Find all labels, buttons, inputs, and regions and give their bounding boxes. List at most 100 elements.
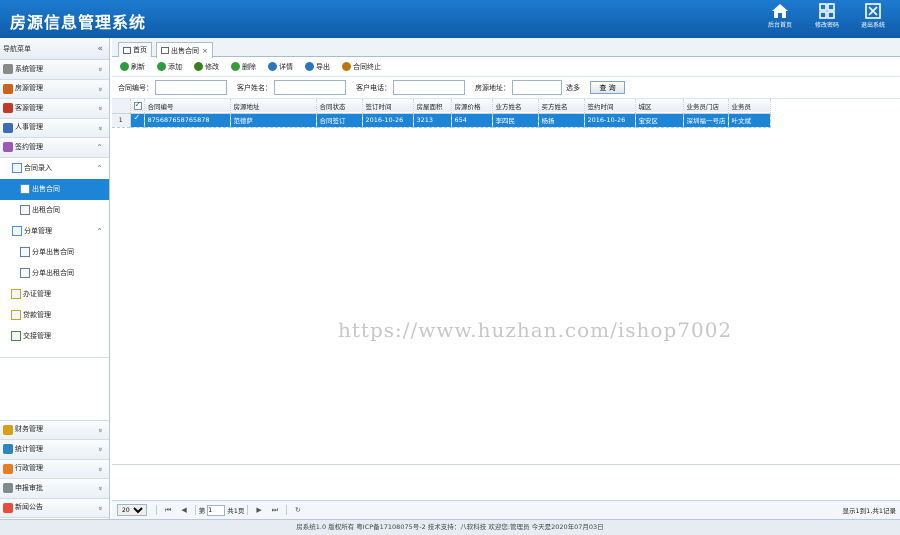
sidebar-item-5[interactable]: 分单出租合同: [0, 262, 109, 284]
sidebar-item-1[interactable]: 出售合同: [0, 178, 109, 200]
sidebar-item-0[interactable]: 合同录入 ⌃: [0, 157, 109, 179]
sidebar-group-top-2[interactable]: 客源管理 »: [0, 99, 109, 119]
page-number-input[interactable]: [207, 504, 226, 516]
detail-icon: [268, 62, 277, 71]
table-cell: 875687658765878: [144, 112, 231, 128]
toolbar-button-1[interactable]: 添加: [157, 62, 182, 72]
column-header-8[interactable]: 签约时间: [584, 99, 636, 113]
toolbar-button-3[interactable]: 删除: [231, 62, 256, 72]
toolbar-button-4[interactable]: 详情: [268, 62, 293, 72]
column-header-11[interactable]: 业务员: [728, 99, 771, 113]
column-header-6[interactable]: 业方姓名: [492, 99, 539, 113]
chevron-up-icon[interactable]: ⌃: [96, 138, 103, 157]
document-icon: [20, 268, 30, 278]
sidebar-group-top-1[interactable]: 房源管理 »: [0, 79, 110, 99]
tab-home[interactable]: 首页: [118, 42, 152, 57]
chevron-down-icon[interactable]: »: [91, 126, 110, 131]
sidebar-item-3[interactable]: 分单管理 ⌃: [0, 220, 109, 242]
sidebar-group-bottom-3[interactable]: 申报审批 »: [0, 479, 109, 499]
column-header-2[interactable]: 合同状态: [316, 99, 363, 113]
sidebar-group-bottom-2[interactable]: 行政管理 »: [0, 459, 110, 479]
collapse-sidebar-icon[interactable]: «: [97, 38, 103, 60]
tab-sale-contract[interactable]: 出售合同 ×: [156, 42, 213, 58]
sidebar-group-contract[interactable]: 签约管理 ⌃: [0, 138, 109, 158]
column-header-7[interactable]: 买方姓名: [538, 99, 585, 113]
column-header-3[interactable]: 签订时间: [362, 99, 414, 113]
document-icon: [20, 205, 30, 215]
app-header: 房源信息管理系统 后台首页 修改密码 退出系统: [0, 0, 900, 38]
logout-button[interactable]: 退出系统: [851, 3, 895, 35]
column-header-1[interactable]: 房源地址: [230, 99, 317, 113]
chevron-down-icon[interactable]: »: [91, 467, 110, 472]
column-header-4[interactable]: 房屋面积: [413, 99, 452, 113]
sidebar-item-label: 交接管理: [23, 332, 51, 340]
table-cell: 654: [451, 112, 493, 128]
column-header-0[interactable]: 合同编号: [144, 99, 231, 113]
toolbar-button-5[interactable]: 导出: [305, 62, 330, 72]
chevron-down-icon[interactable]: »: [91, 506, 110, 511]
search-input-2[interactable]: [393, 80, 465, 95]
sidebar-group-top-0[interactable]: 系统管理 »: [0, 60, 109, 80]
query-button[interactable]: 查 询: [590, 81, 625, 94]
sidebar-item-label: 出租合同: [32, 206, 60, 214]
tab-sale-contract-label: 出售合同: [171, 46, 199, 55]
app-title: 房源信息管理系统: [10, 13, 147, 32]
column-header-10[interactable]: 业务员门店: [683, 99, 729, 113]
pager: 20 ⏮ ◀ 第 共1页 ▶ ⏭ ↻ 显示1到1,共1记录: [112, 500, 900, 519]
chevron-up-icon[interactable]: ⌃: [96, 164, 103, 173]
search-label: 合同编号：: [118, 83, 153, 92]
chevron-down-icon[interactable]: »: [91, 486, 110, 491]
contract-icon: [3, 142, 13, 153]
sidebar-item-4[interactable]: 分单出售合同: [0, 241, 109, 263]
column-header-5[interactable]: 房源价格: [451, 99, 493, 113]
prev-page-icon[interactable]: ◀: [181, 506, 186, 514]
select-all-checkbox[interactable]: [133, 100, 142, 110]
home-button[interactable]: 后台首页: [758, 3, 802, 35]
column-header-9[interactable]: 城区: [635, 99, 684, 113]
close-icon[interactable]: ×: [202, 44, 208, 58]
search-input-0[interactable]: [155, 80, 227, 95]
first-page-icon[interactable]: ⏮: [165, 506, 171, 515]
sidebar-group-label: 行政管理: [15, 464, 43, 473]
chevron-up-icon[interactable]: ⌃: [96, 227, 103, 236]
page-size-select[interactable]: 20: [117, 504, 147, 516]
divider: [286, 505, 288, 515]
edit-icon: [194, 62, 203, 71]
sidebar-item-6[interactable]: 办证管理: [0, 283, 109, 305]
sidebar-group-bottom-1[interactable]: 统计管理 »: [0, 440, 109, 460]
change-password-button[interactable]: 修改密码: [805, 3, 849, 35]
sidebar-group-top-3[interactable]: 人事管理 »: [0, 118, 110, 138]
search-input-1[interactable]: [274, 80, 346, 95]
toolbar-button-label: 导出: [316, 62, 330, 71]
row-number: 1: [112, 112, 131, 128]
chevron-down-icon[interactable]: »: [91, 447, 110, 452]
sidebar-group-bottom-4[interactable]: 新闻公告 »: [0, 498, 110, 518]
page-icon: [161, 47, 169, 54]
chevron-down-icon[interactable]: »: [91, 87, 110, 92]
table-header-row: 合同编号房源地址合同状态签订时间房屋面积房源价格业方姓名买方姓名签约时间城区业务…: [112, 99, 771, 113]
sidebar-item-2[interactable]: 出租合同: [0, 199, 109, 221]
toolbar-button-0[interactable]: 刷新: [120, 62, 145, 72]
sidebar-item-8[interactable]: 交接管理: [0, 325, 109, 347]
search-input-3[interactable]: [512, 80, 562, 95]
row-checkbox[interactable]: [134, 114, 142, 124]
sidebar-group-label: 房源管理: [15, 84, 43, 93]
chevron-down-icon[interactable]: »: [91, 428, 110, 433]
sidebar-group-bottom-0[interactable]: 财务管理 »: [0, 420, 110, 440]
refresh-icon: [120, 62, 129, 71]
sidebar-item-label: 分单出租合同: [32, 269, 74, 277]
chevron-down-icon[interactable]: »: [91, 106, 110, 111]
refresh-icon[interactable]: ↻: [295, 506, 301, 514]
user-icon: [3, 122, 13, 133]
last-page-icon[interactable]: ⏭: [272, 506, 278, 515]
sidebar-item-7[interactable]: 贷款管理: [0, 304, 109, 326]
next-page-icon[interactable]: ▶: [256, 506, 261, 514]
table-row[interactable]: 1875687658765878范德萨合同签订2016-10-263213654…: [112, 112, 771, 128]
toolbar-button-label: 添加: [168, 62, 182, 71]
toolbar-button-2[interactable]: 修改: [194, 62, 219, 72]
toolbar-button-6[interactable]: 合同终止: [342, 62, 381, 72]
document-icon: [11, 289, 21, 299]
document-icon: [12, 163, 22, 173]
sidebar-group-label: 财务管理: [15, 425, 43, 434]
chevron-down-icon[interactable]: »: [91, 67, 110, 72]
